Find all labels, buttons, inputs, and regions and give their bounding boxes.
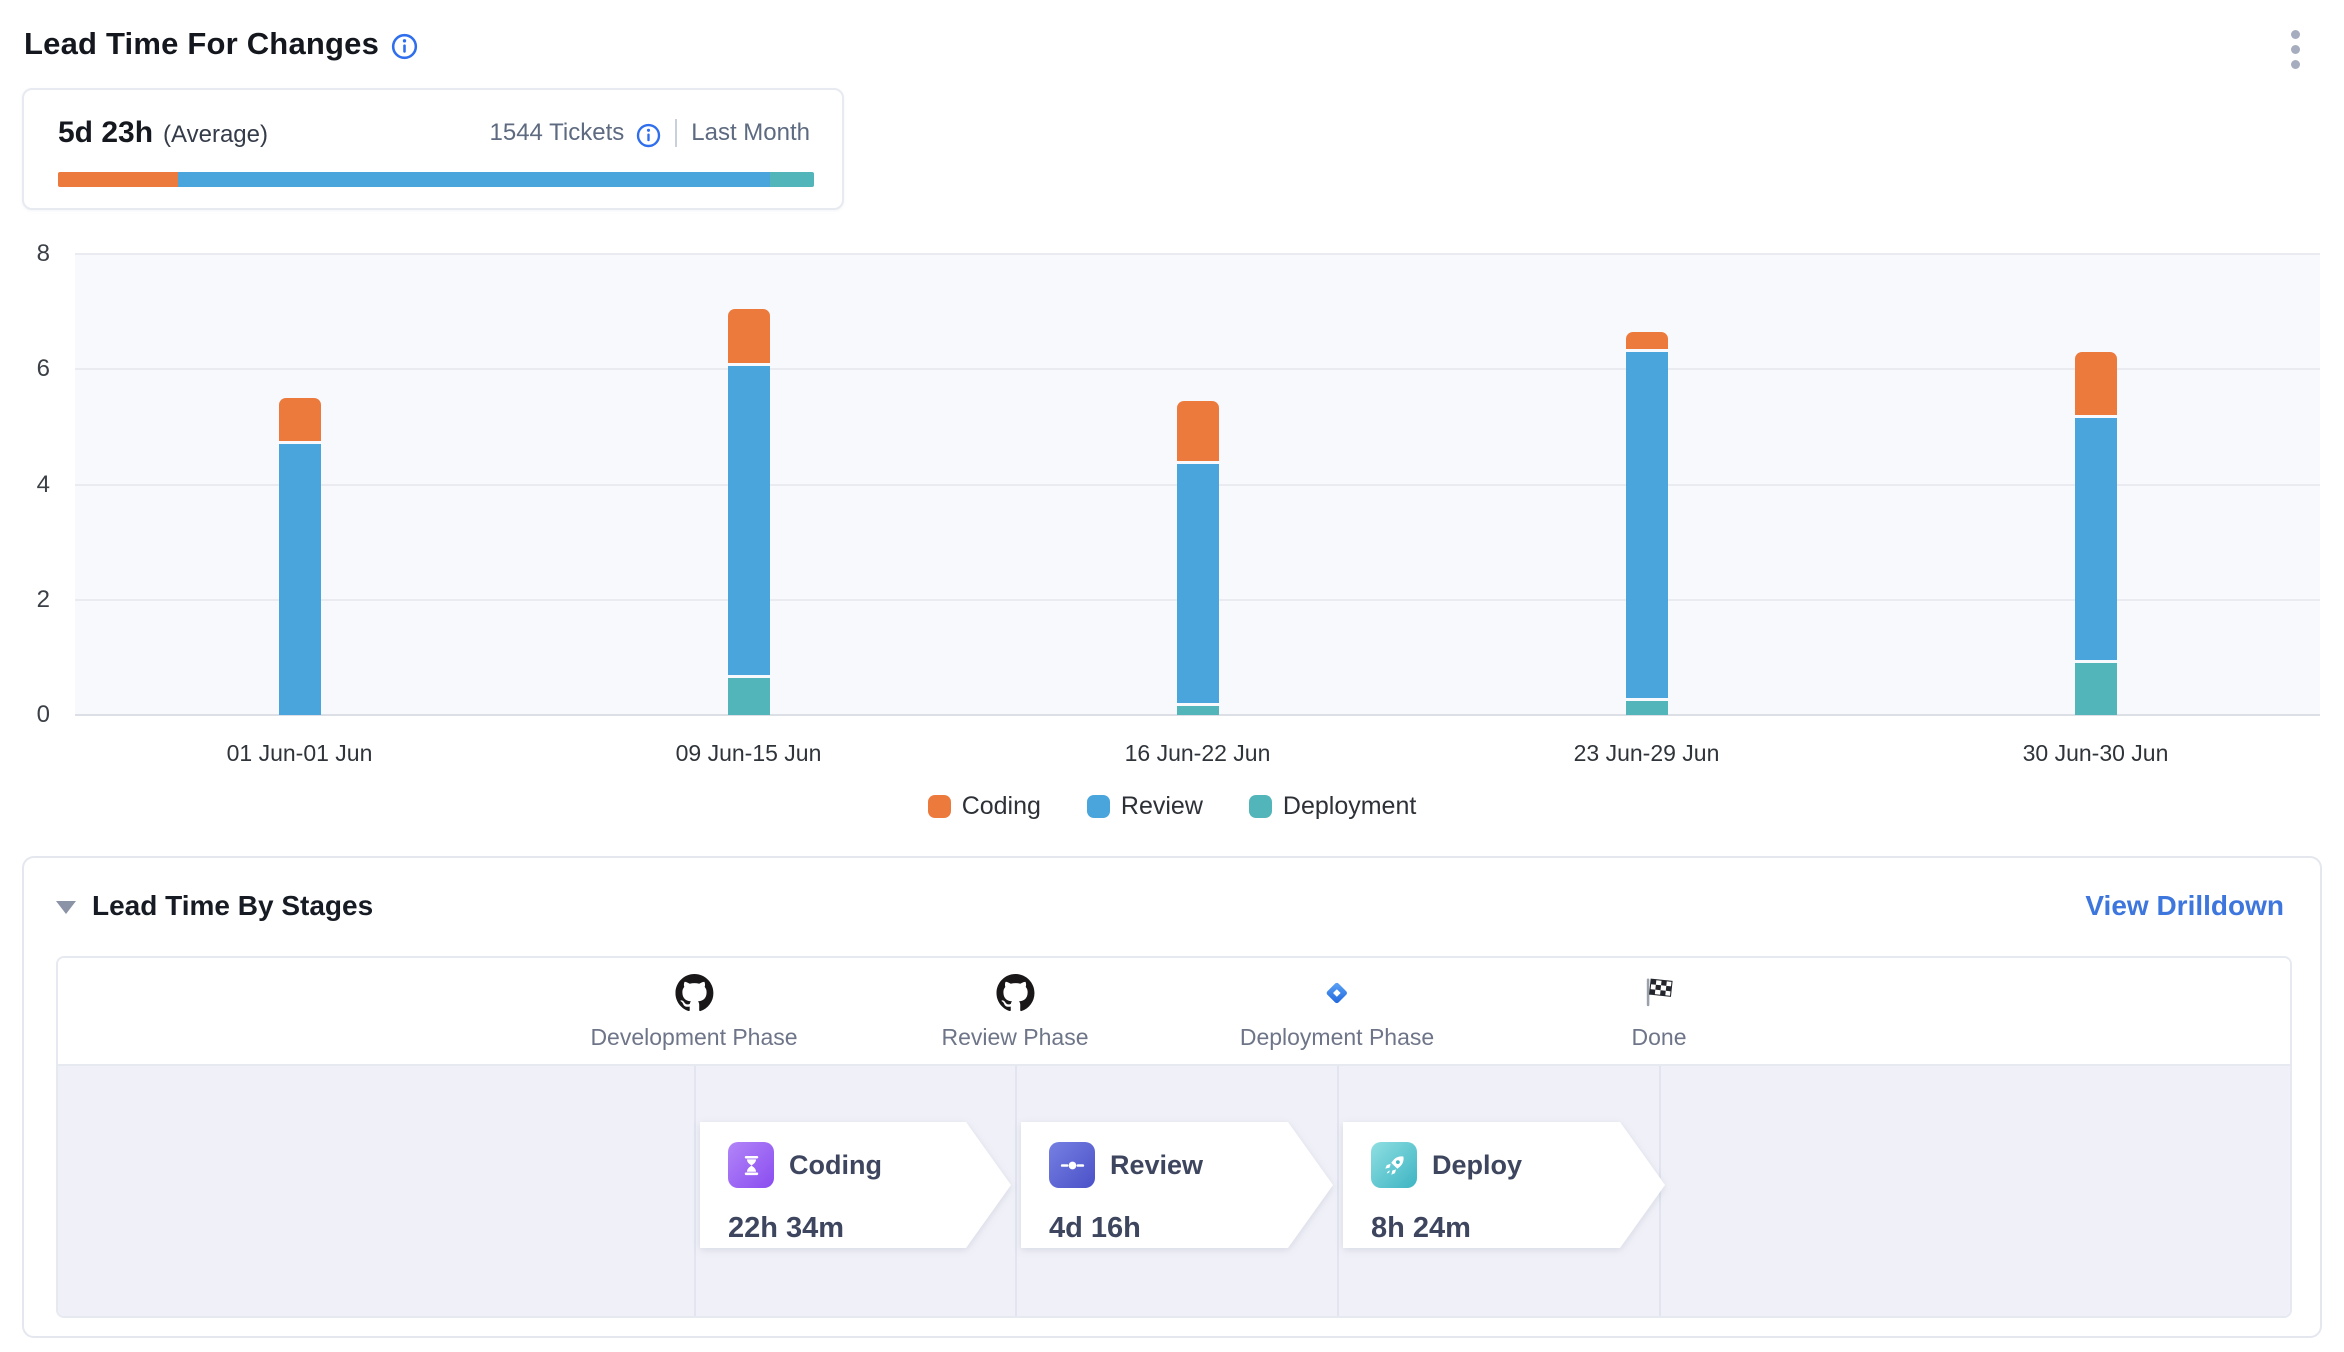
phase-label: Development Phase	[590, 1024, 797, 1051]
rocket-icon	[1371, 1142, 1417, 1188]
x-axis-tick-label: 30 Jun-30 Jun	[1946, 740, 2246, 767]
legend-label: Deployment	[1283, 792, 1416, 821]
stages-header: Lead Time By Stages View Drilldown	[56, 890, 2284, 922]
hourglass-icon	[728, 1142, 774, 1188]
tickets-count: 1544 Tickets	[490, 119, 625, 147]
average-label: (Average)	[163, 121, 268, 149]
bar-segment-deployment-3[interactable]	[1626, 701, 1668, 715]
average-lead-time-value: 5d 23h	[58, 116, 153, 150]
x-axis-tick-label: 09 Jun-15 Jun	[599, 740, 899, 767]
github-icon	[941, 974, 1088, 1016]
stages-table-header: Development Phase Review Phase	[58, 958, 2290, 1066]
distribution-segment-deployment	[770, 172, 814, 187]
github-icon	[590, 974, 797, 1016]
separator-pipe	[675, 119, 677, 147]
stages-collapse-toggle[interactable]: Lead Time By Stages	[56, 890, 373, 922]
legend-item-review[interactable]: Review	[1087, 792, 1203, 821]
stage-card-title: Deploy	[1432, 1150, 1522, 1181]
kebab-menu-icon[interactable]	[2281, 24, 2310, 75]
chart-legend: Coding Review Deployment	[0, 792, 2344, 821]
page-header: Lead Time For Changes	[24, 26, 418, 62]
bar-segment-review-2[interactable]	[1177, 464, 1219, 703]
bar-segment-deployment-2[interactable]	[1177, 706, 1219, 715]
legend-item-coding[interactable]: Coding	[928, 792, 1041, 821]
legend-swatch	[928, 795, 951, 818]
legend-swatch	[1087, 795, 1110, 818]
bar-segment-review-3[interactable]	[1626, 352, 1668, 698]
legend-label: Coding	[962, 792, 1041, 821]
phase-deployment: Deployment Phase	[1240, 974, 1434, 1051]
bar-segment-coding-0[interactable]	[279, 398, 321, 441]
bar-segment-deployment-1[interactable]	[728, 678, 770, 715]
gridline	[75, 253, 2320, 255]
legend-swatch	[1249, 795, 1272, 818]
checkered-flag-icon	[1632, 974, 1687, 1016]
bar-segment-deployment-4[interactable]	[2075, 663, 2117, 715]
bar-segment-review-1[interactable]	[728, 366, 770, 674]
phase-label: Review Phase	[941, 1024, 1088, 1051]
bar-segment-coding-1[interactable]	[728, 309, 770, 364]
stages-table-body: Coding 22h 34m	[58, 1066, 2290, 1316]
stage-card-duration: 4d 16h	[1049, 1212, 1333, 1245]
info-icon[interactable]	[391, 33, 418, 60]
bar-segment-coding-3[interactable]	[1626, 332, 1668, 349]
y-axis-tick-label: 6	[8, 353, 50, 385]
y-axis-tick-label: 4	[8, 469, 50, 501]
x-axis-tick-label: 23 Jun-29 Jun	[1497, 740, 1797, 767]
stage-card-coding[interactable]: Coding 22h 34m	[700, 1122, 1011, 1248]
stages-title: Lead Time By Stages	[92, 890, 373, 922]
gridline	[75, 368, 2320, 370]
y-axis-tick-label: 0	[8, 699, 50, 731]
x-axis-tick-label: 16 Jun-22 Jun	[1048, 740, 1348, 767]
column-divider	[1015, 1066, 1017, 1316]
y-axis-tick-label: 8	[8, 238, 50, 270]
git-commit-icon	[1049, 1142, 1095, 1188]
distribution-segment-review	[178, 172, 770, 187]
lead-time-by-stages-panel: Lead Time By Stages View Drilldown Devel…	[22, 856, 2322, 1338]
column-divider	[694, 1066, 696, 1316]
phase-label: Done	[1632, 1024, 1687, 1051]
lead-time-for-changes-page: Lead Time For Changes 5d 23h (Average) 1…	[0, 0, 2344, 1352]
period-label: Last Month	[691, 119, 810, 147]
column-divider	[1337, 1066, 1339, 1316]
bar-segment-coding-2[interactable]	[1177, 401, 1219, 461]
bar-segment-coding-4[interactable]	[2075, 352, 2117, 415]
jira-diamond-icon	[1240, 974, 1434, 1016]
view-drilldown-link[interactable]: View Drilldown	[2085, 890, 2284, 922]
summary-card: 5d 23h (Average) 1544 Tickets Last Month	[22, 88, 844, 210]
chevron-down-icon[interactable]	[56, 901, 76, 914]
page-title: Lead Time For Changes	[24, 26, 379, 62]
stages-table: Development Phase Review Phase	[56, 956, 2292, 1318]
stage-card-deploy[interactable]: Deploy 8h 24m	[1343, 1122, 1665, 1248]
bar-segment-review-0[interactable]	[279, 444, 321, 715]
stage-card-review[interactable]: Review 4d 16h	[1021, 1122, 1333, 1248]
stage-card-title: Coding	[789, 1150, 882, 1181]
stage-card-title: Review	[1110, 1150, 1203, 1181]
distribution-segment-coding	[58, 172, 178, 187]
phase-label: Deployment Phase	[1240, 1024, 1434, 1051]
phase-done: Done	[1632, 974, 1687, 1051]
bar-segment-review-4[interactable]	[2075, 418, 2117, 660]
lead-time-distribution-bar	[58, 172, 814, 187]
stage-card-duration: 22h 34m	[728, 1212, 1011, 1245]
phase-development: Development Phase	[590, 974, 797, 1051]
tickets-info-icon[interactable]	[636, 123, 661, 148]
stage-card-duration: 8h 24m	[1371, 1212, 1665, 1245]
y-axis-tick-label: 2	[8, 584, 50, 616]
legend-label: Review	[1121, 792, 1203, 821]
phase-review: Review Phase	[941, 974, 1088, 1051]
legend-item-deployment[interactable]: Deployment	[1249, 792, 1416, 821]
x-axis-tick-label: 01 Jun-01 Jun	[150, 740, 450, 767]
